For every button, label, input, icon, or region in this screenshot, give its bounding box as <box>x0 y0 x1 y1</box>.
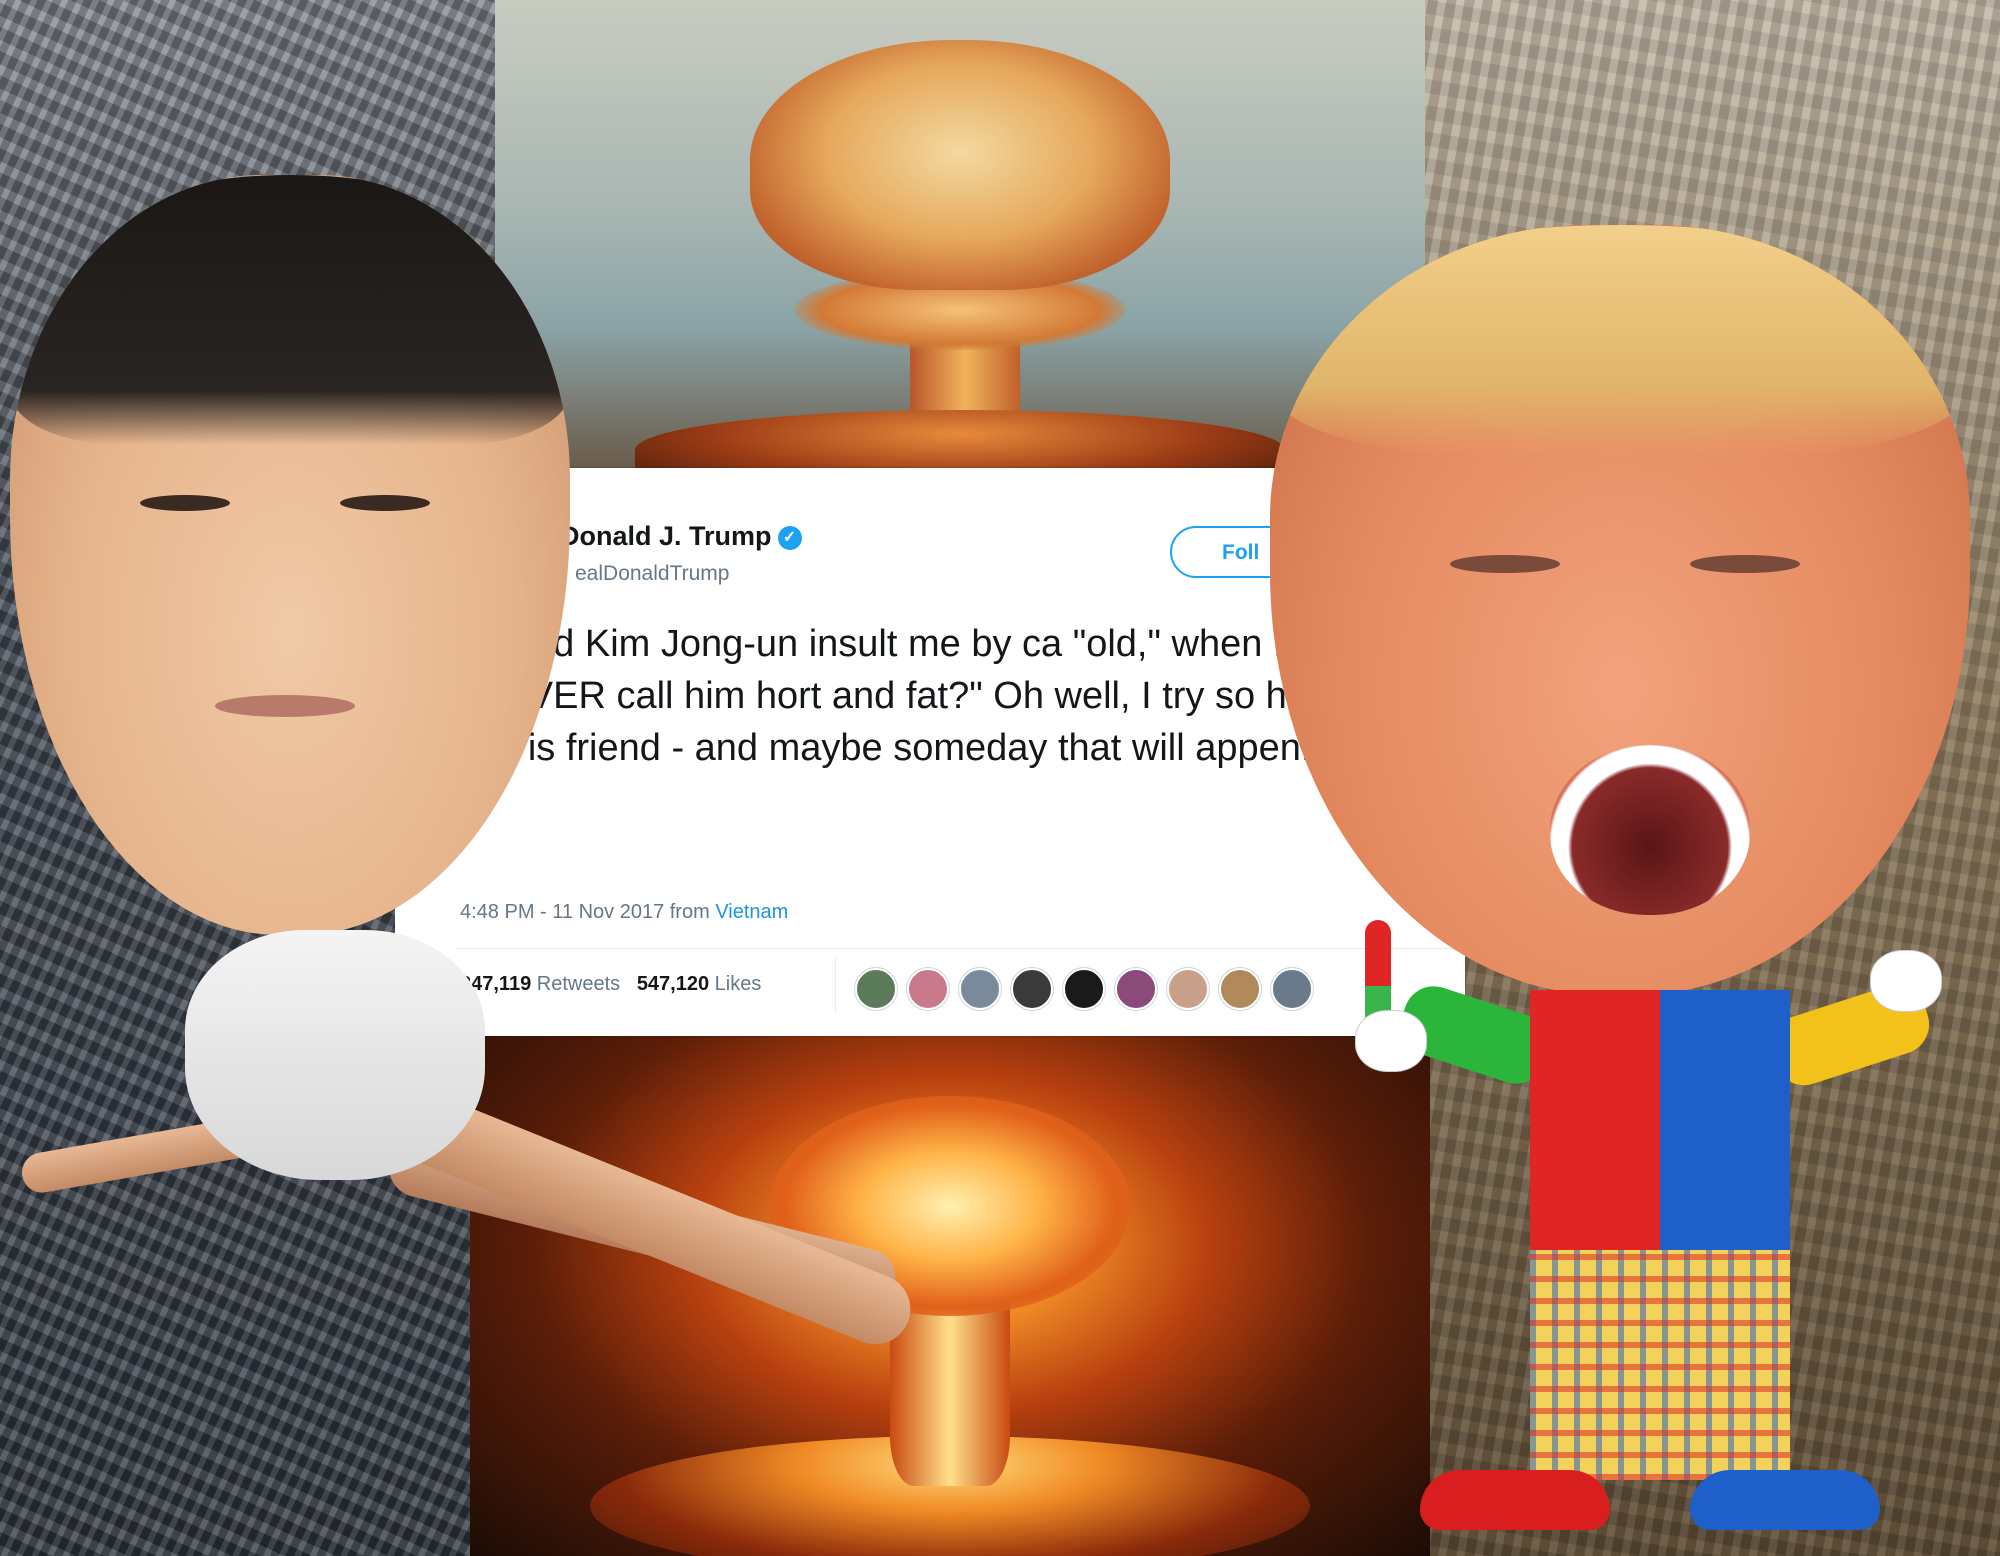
glove-icon <box>1870 950 1942 1012</box>
mushroom-cap <box>750 40 1170 290</box>
tweet-author-handle[interactable]: ealDonaldTrump <box>575 562 729 586</box>
clown-jacket-blue <box>1660 990 1790 1250</box>
liker-avatar[interactable] <box>1115 968 1157 1010</box>
tweet-location-link[interactable]: Vietnam <box>715 901 788 923</box>
tweet-timestamp: 4:48 PM - 11 Nov 2017 from Vietnam <box>460 901 788 924</box>
left-eye <box>140 495 230 511</box>
glove-icon <box>1355 1010 1427 1072</box>
liker-avatar[interactable] <box>1271 968 1313 1010</box>
clown-shoe <box>1690 1470 1880 1530</box>
hair <box>10 175 570 445</box>
verified-check-icon: ✓ <box>777 525 802 550</box>
shouting-mouth <box>1550 745 1750 915</box>
liker-avatar[interactable] <box>1219 968 1261 1010</box>
liker-avatar[interactable] <box>959 968 1001 1010</box>
clown-body-cutout <box>1355 920 1960 1550</box>
timestamp-text[interactable]: 4:48 PM - 11 Nov 2017 from <box>460 901 710 923</box>
right-eye <box>1690 555 1800 573</box>
mouth <box>215 695 355 717</box>
liker-avatar[interactable] <box>1011 968 1053 1010</box>
clown-jacket-red <box>1530 990 1660 1250</box>
torso <box>185 930 485 1180</box>
clown-plaid-pants <box>1530 1250 1790 1480</box>
mushroom-base <box>635 410 1285 470</box>
clown-shoe <box>1420 1470 1610 1530</box>
author-name-text[interactable]: Donald J. Trump <box>560 521 772 551</box>
right-eye <box>340 495 430 511</box>
liker-avatar[interactable] <box>1063 968 1105 1010</box>
left-eye <box>1450 555 1560 573</box>
reclining-body-cutout <box>18 930 930 1355</box>
liker-avatar[interactable] <box>1167 968 1209 1010</box>
tweet-author-name[interactable]: Donald J. Trump ✓ <box>560 521 802 552</box>
hair <box>1270 225 1970 455</box>
